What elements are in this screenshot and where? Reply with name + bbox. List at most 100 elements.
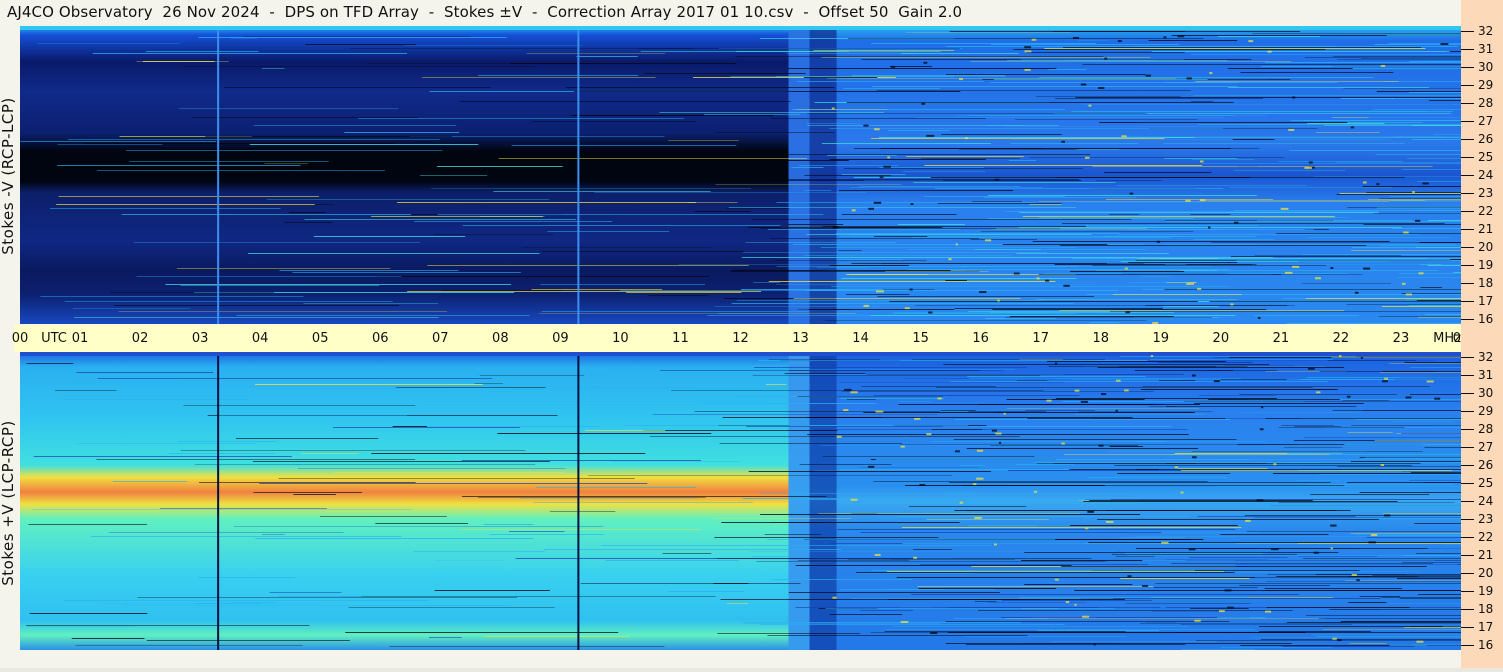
noise-streak	[1039, 77, 1374, 78]
noise-streak	[1208, 399, 1340, 400]
noise-streak	[1414, 523, 1461, 524]
freq-label-bottom: 32	[1478, 350, 1494, 364]
stokes-minus-v-svg	[20, 26, 1461, 324]
freq-tick-top	[1461, 49, 1474, 50]
noise-streak	[1397, 277, 1461, 278]
noise-streak	[1427, 220, 1461, 221]
utc-tick-label: 16	[972, 331, 989, 346]
noise-streak	[859, 186, 1021, 187]
noise-streak	[1175, 507, 1461, 508]
freq-tick-top	[1461, 265, 1474, 266]
noise-streak	[1239, 412, 1360, 413]
noise-streak	[943, 364, 1270, 365]
noise-streak	[1391, 98, 1461, 99]
noise-streak	[996, 228, 1148, 229]
noise-streak	[1349, 643, 1387, 644]
noise-streak	[199, 482, 416, 483]
noise-streak	[1310, 494, 1430, 495]
noise-speck	[909, 288, 913, 291]
noise-streak	[829, 128, 1224, 129]
noise-streak	[945, 280, 967, 281]
noise-streak	[806, 123, 860, 124]
noise-streak	[992, 309, 1267, 310]
noise-streak	[1128, 282, 1189, 283]
noise-streak	[751, 556, 791, 557]
interference-line	[577, 26, 580, 324]
noise-streak	[619, 290, 902, 291]
noise-streak	[1416, 300, 1461, 301]
noise-speck	[1356, 579, 1360, 582]
noise-streak	[159, 508, 327, 509]
noise-streak	[659, 370, 1005, 371]
noise-streak	[1399, 273, 1461, 274]
noise-streak	[194, 464, 536, 465]
noise-streak	[217, 415, 408, 416]
noise-speck	[1304, 166, 1313, 169]
noise-streak	[1372, 109, 1461, 110]
noise-streak	[26, 626, 135, 627]
noise-streak	[479, 375, 585, 376]
noise-streak	[1420, 287, 1443, 288]
noise-streak	[993, 79, 1208, 80]
noise-streak	[715, 132, 835, 133]
noise-streak	[871, 138, 1165, 139]
noise-speck	[1192, 456, 1197, 459]
noise-streak	[1194, 403, 1364, 404]
noise-streak	[71, 638, 145, 639]
noise-streak	[915, 305, 1295, 306]
noise-speck	[994, 543, 997, 546]
noise-streak	[279, 270, 459, 271]
noise-streak	[1340, 98, 1395, 99]
noise-streak	[489, 534, 605, 535]
noise-streak	[419, 175, 488, 176]
noise-streak	[243, 36, 472, 37]
noise-speck	[998, 441, 1002, 444]
noise-streak	[826, 78, 1176, 79]
utc-tick-label: 05	[311, 331, 329, 346]
noise-streak	[136, 276, 402, 277]
noise-streak	[1236, 260, 1461, 261]
noise-streak	[1015, 464, 1074, 465]
noise-speck	[1422, 182, 1429, 185]
noise-streak	[791, 167, 824, 168]
noise-streak	[969, 378, 1242, 379]
noise-speck	[1145, 74, 1151, 77]
noise-speck	[926, 134, 935, 137]
noise-streak	[414, 221, 613, 222]
noise-streak	[87, 477, 357, 478]
noise-streak	[719, 443, 903, 444]
freq-label-top: 16	[1478, 312, 1494, 326]
noise-streak	[1260, 639, 1461, 640]
noise-streak	[1378, 316, 1461, 317]
noise-streak	[878, 517, 962, 518]
noise-streak	[991, 229, 1314, 230]
noise-streak	[191, 117, 418, 118]
noise-streak	[1415, 247, 1461, 248]
noise-speck	[1034, 490, 1038, 493]
freq-label-bottom: 31	[1478, 368, 1494, 382]
noise-speck	[1307, 367, 1315, 370]
noise-streak	[1388, 43, 1461, 44]
noise-speck	[1227, 606, 1234, 609]
noise-streak	[549, 511, 616, 512]
noise-streak	[987, 602, 1087, 603]
noise-streak	[580, 583, 801, 584]
noise-streak	[866, 374, 1184, 375]
noise-streak	[224, 87, 491, 88]
noise-streak	[1059, 310, 1344, 311]
noise-streak	[498, 158, 807, 159]
noise-streak	[911, 594, 1299, 595]
noise-streak	[704, 114, 801, 115]
noise-streak	[288, 169, 351, 170]
noise-streak	[1354, 518, 1461, 519]
noise-speck	[1380, 464, 1385, 467]
noise-streak	[907, 269, 1229, 270]
freq-label-top: 30	[1478, 60, 1494, 74]
noise-streak	[262, 534, 285, 535]
noise-streak	[1004, 211, 1379, 212]
freq-label-top: 25	[1478, 150, 1494, 164]
noise-speck	[1156, 240, 1160, 243]
noise-streak	[838, 250, 862, 251]
noise-streak	[74, 382, 183, 383]
noise-streak	[829, 614, 903, 615]
